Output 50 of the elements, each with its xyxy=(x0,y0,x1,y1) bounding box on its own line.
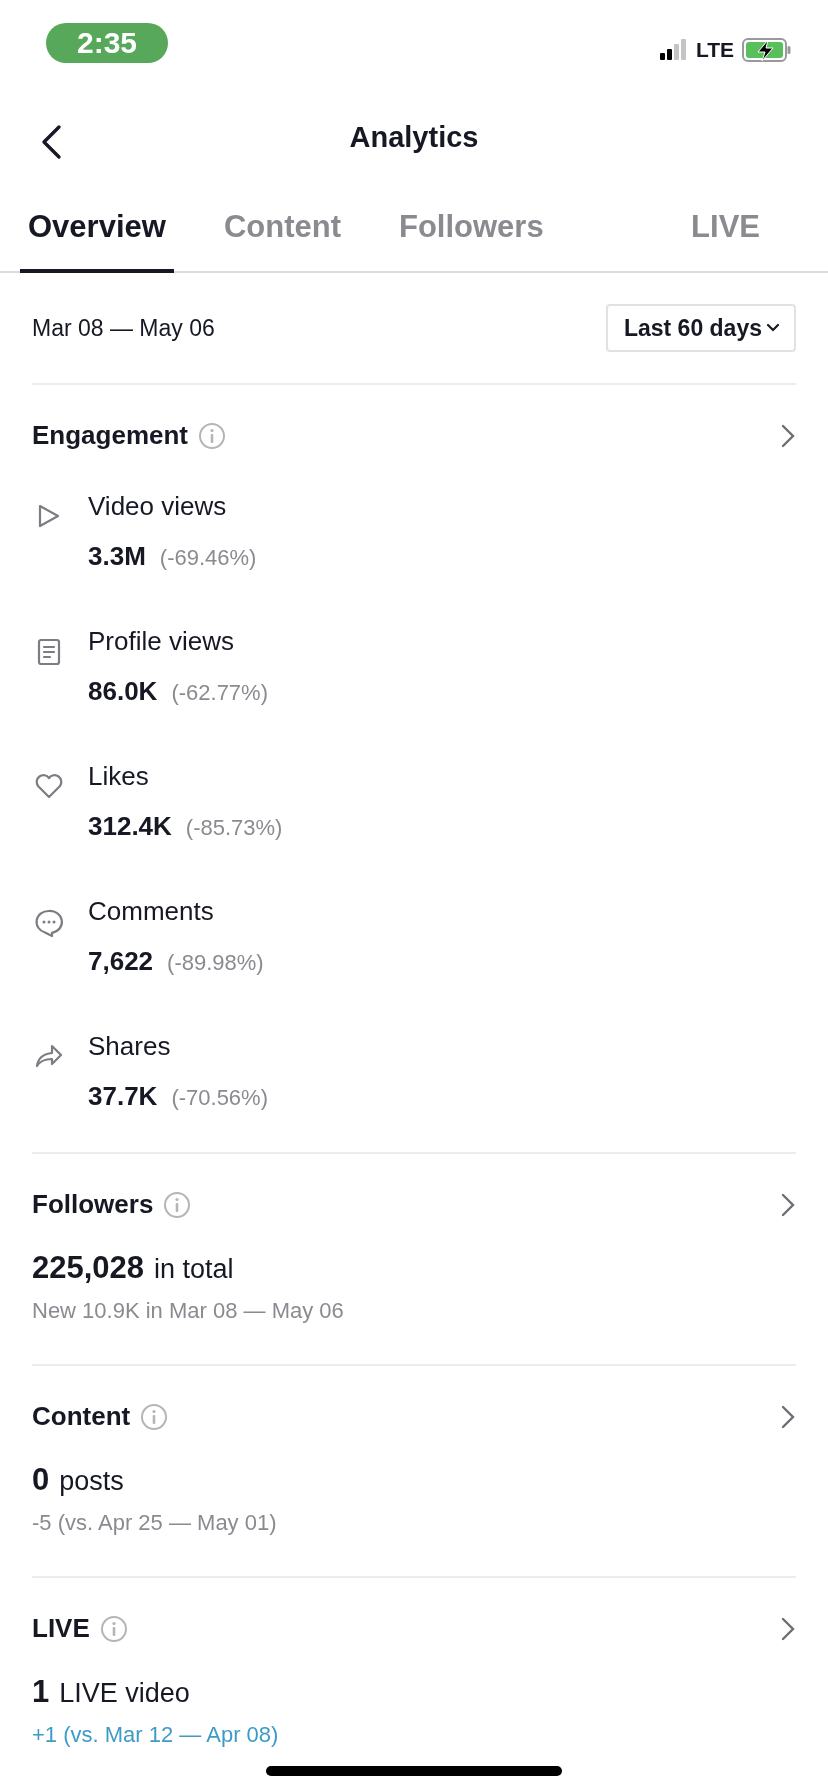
share-arrow-icon xyxy=(34,1043,64,1069)
metric-label: Shares xyxy=(88,1031,172,1062)
metric-change: (-62.77%) xyxy=(171,680,268,706)
network-label: LTE xyxy=(695,38,734,62)
chevron-right-icon[interactable] xyxy=(780,1615,796,1642)
summary-note: -5 (vs. Apr 25 — May 01) xyxy=(32,1510,278,1536)
summary-value: 0 xyxy=(32,1462,50,1498)
back-chevron-icon xyxy=(40,124,62,160)
chevron-right-icon[interactable] xyxy=(780,422,796,449)
summary-note: +1 (vs. Mar 12 — Apr 08) xyxy=(32,1722,280,1748)
summary-note: New 10.9K in Mar 08 — May 06 xyxy=(32,1298,345,1324)
summary-value: 1 xyxy=(32,1674,50,1710)
metric-value: 3.3M xyxy=(88,541,146,572)
metric-change: (-85.73%) xyxy=(185,815,283,841)
comment-icon xyxy=(34,908,64,938)
play-icon xyxy=(37,503,61,529)
tab[interactable]: Followers xyxy=(390,185,552,273)
section-title: Engagement xyxy=(32,420,189,451)
section-title: LIVE xyxy=(32,1613,90,1644)
tab[interactable]: LIVE xyxy=(683,185,768,273)
date-range: Mar 08 — May 06 xyxy=(32,314,215,342)
caret-icon xyxy=(766,323,780,333)
summary-value: 225,028 xyxy=(32,1250,145,1286)
tab[interactable]: Overview xyxy=(20,185,174,273)
summary-unit: posts xyxy=(59,1466,124,1497)
chevron-right-icon[interactable] xyxy=(780,1403,796,1430)
tab[interactable]: Content xyxy=(215,185,349,273)
battery-charging-icon xyxy=(742,38,792,62)
status-time: 2:35 xyxy=(46,23,168,63)
section-title: Followers xyxy=(32,1189,154,1220)
period-dropdown[interactable]: Last 60 days xyxy=(605,304,796,352)
metric-label: Comments xyxy=(88,896,215,927)
metric-label: Profile views xyxy=(88,626,235,657)
metric-value: 312.4K xyxy=(88,811,172,842)
metric-label: Video views xyxy=(88,491,228,522)
page-title: Analytics xyxy=(349,121,479,154)
metric-value: 7,622 xyxy=(88,946,154,977)
metric-change: (-69.46%) xyxy=(159,545,257,571)
summary-unit: LIVE video xyxy=(59,1678,190,1709)
metric-value: 37.7K xyxy=(88,1081,158,1112)
heart-icon xyxy=(34,773,64,799)
document-icon xyxy=(37,638,61,666)
metric-change: (-89.98%) xyxy=(167,950,264,976)
summary-unit: in total xyxy=(154,1254,234,1285)
metric-change: (-70.56%) xyxy=(171,1085,268,1111)
section-title: Content xyxy=(32,1401,131,1432)
chevron-right-icon[interactable] xyxy=(780,1191,796,1218)
metric-value: 86.0K xyxy=(88,676,158,707)
metric-label: Likes xyxy=(88,761,150,792)
signal-icon xyxy=(659,39,688,61)
